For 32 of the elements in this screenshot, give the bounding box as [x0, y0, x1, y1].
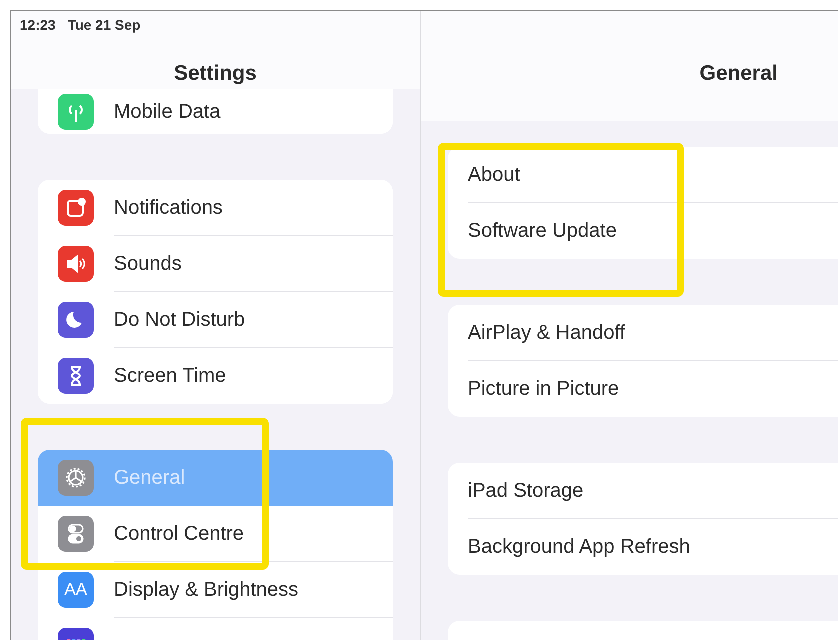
status-date: Tue 21 Sep [68, 16, 141, 35]
item-label: Background App Refresh [468, 535, 690, 560]
settings-row[interactable]: About [448, 147, 838, 203]
settings-row[interactable]: Background App Refresh [448, 519, 838, 575]
settings-row[interactable]: Software Update [448, 203, 838, 259]
item-label: Control Centre [114, 522, 244, 546]
speaker-icon [58, 246, 94, 282]
sidebar-title: Settings [174, 61, 257, 87]
item-label: Mobile Data [114, 100, 221, 124]
detail-title: General [700, 61, 778, 87]
item-label: Display & Brightness [114, 578, 299, 602]
item-label: About [468, 162, 520, 188]
item-label: Picture in Picture [468, 377, 620, 402]
settings-row[interactable]: Picture in Picture [448, 361, 838, 417]
antenna-icon [58, 94, 94, 130]
gear-icon [58, 460, 94, 496]
item-label: Notifications [114, 196, 223, 220]
settings-row[interactable]: iPad Storage [448, 463, 838, 519]
toggles-icon [58, 516, 94, 552]
item-label: Sounds [114, 252, 182, 276]
rounded-square-icon [58, 190, 94, 226]
status-time: 12:23 [20, 16, 56, 35]
item-label: AirPlay & Handoff [468, 320, 626, 346]
app-icon: AA [58, 572, 94, 608]
item-label: General [114, 466, 186, 491]
settings-row[interactable]: AirPlay & Handoff [448, 305, 838, 361]
item-label: Screen Time [114, 364, 226, 389]
item-label: Software Update [468, 219, 617, 244]
item-label: Do Not Disturb [114, 308, 246, 332]
moon-icon [58, 302, 94, 338]
item-label: iPad Storage [468, 478, 584, 504]
hourglass-icon [58, 358, 94, 394]
